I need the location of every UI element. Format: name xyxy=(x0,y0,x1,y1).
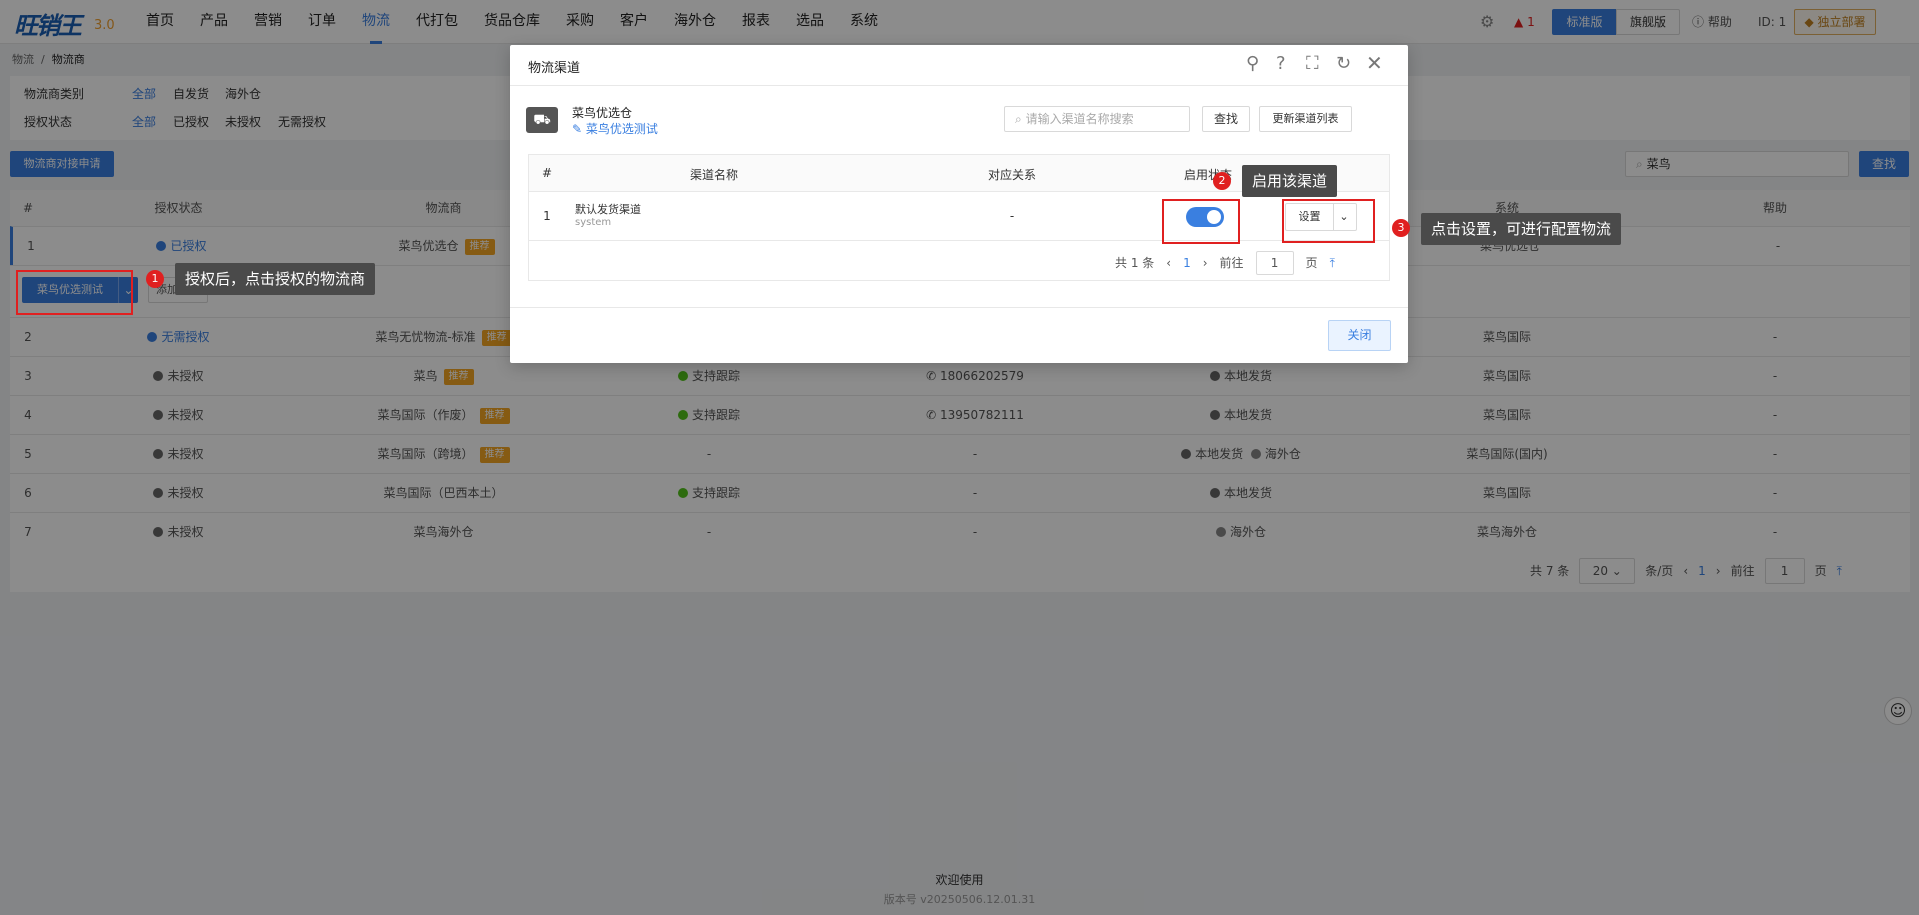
warehouse-name: 菜鸟优选仓 xyxy=(572,106,633,120)
warehouse-link-text: 菜鸟优选测试 xyxy=(585,122,658,136)
channel-current-page[interactable]: 1 xyxy=(1183,251,1191,275)
channel-search-placeholder: 请输入渠道名称搜索 xyxy=(1025,112,1134,126)
modal-footer-divider xyxy=(510,307,1408,308)
channel-pagination-total: 共 1 条 xyxy=(1115,256,1155,270)
fullscreen-icon[interactable]: ⛶ xyxy=(1306,53,1319,74)
channel-name: 默认发货渠道 xyxy=(575,203,641,216)
channel-search-button[interactable]: 查找 xyxy=(1202,106,1250,132)
chevron-right-icon[interactable]: › xyxy=(1203,251,1208,275)
channel-page-unit: 页 xyxy=(1305,256,1318,270)
logistics-channel-modal: 物流渠道 ⚲ ? ⛶ ↻ ✕ ⛟ 菜鸟优选仓 ✎ 菜鸟优选测试 ⌕ 请输入渠道名… xyxy=(510,45,1408,363)
callout-1: 授权后，点击授权的物流商 xyxy=(175,263,376,295)
paperclip-icon[interactable]: ⚲ xyxy=(1246,53,1259,74)
channel-goto-label: 前往 xyxy=(1219,256,1244,270)
col-channel-name: 渠道名称 xyxy=(689,168,738,182)
arrow-up-icon[interactable]: ⤒ xyxy=(1330,251,1335,275)
close-icon[interactable]: ✕ xyxy=(1366,51,1383,75)
col-enable-status: 启用状态 xyxy=(1183,168,1232,182)
channel-mapping: - xyxy=(1009,209,1015,223)
modal-title: 物流渠道 xyxy=(528,61,581,76)
row-index: 1 xyxy=(543,209,551,223)
channel-goto-input[interactable]: 1 xyxy=(1255,251,1294,275)
highlight-box-3 xyxy=(1282,199,1375,243)
highlight-box-1 xyxy=(16,270,133,315)
truck-icon: ⛟ xyxy=(526,107,558,133)
channel-pagination: 共 1 条 ‹ 1 › 前往 1 页 ⤒ xyxy=(1115,251,1335,275)
refresh-icon[interactable]: ↻ xyxy=(1336,53,1351,74)
step-badge-3: 3 xyxy=(1392,219,1410,237)
warehouse-link[interactable]: ✎ 菜鸟优选测试 xyxy=(572,120,658,137)
callout-2: 启用该渠道 xyxy=(1242,165,1338,197)
modal-header: 物流渠道 ⚲ ? ⛶ ↻ ✕ xyxy=(510,45,1408,86)
callout-3: 点击设置，可进行配置物流 xyxy=(1421,213,1622,245)
chevron-left-icon[interactable]: ‹ xyxy=(1166,251,1171,275)
close-button[interactable]: 关闭 xyxy=(1328,320,1391,351)
col-mapping: 对应关系 xyxy=(987,168,1036,182)
channel-search-input[interactable]: ⌕ 请输入渠道名称搜索 xyxy=(1004,106,1190,132)
edit-icon: ✎ xyxy=(572,122,583,136)
refresh-channels-button[interactable]: 更新渠道列表 xyxy=(1259,106,1352,132)
table-row[interactable]: 1 默认发货渠道 system - 设置 ⌄ xyxy=(529,192,1389,241)
step-badge-1: 1 xyxy=(146,270,164,288)
col-index: # xyxy=(541,166,553,180)
search-icon: ⌕ xyxy=(1015,112,1022,126)
step-badge-2: 2 xyxy=(1213,172,1231,190)
channel-sub: system xyxy=(575,217,612,228)
help-icon[interactable]: ? xyxy=(1276,53,1286,74)
highlight-box-2 xyxy=(1162,199,1240,244)
